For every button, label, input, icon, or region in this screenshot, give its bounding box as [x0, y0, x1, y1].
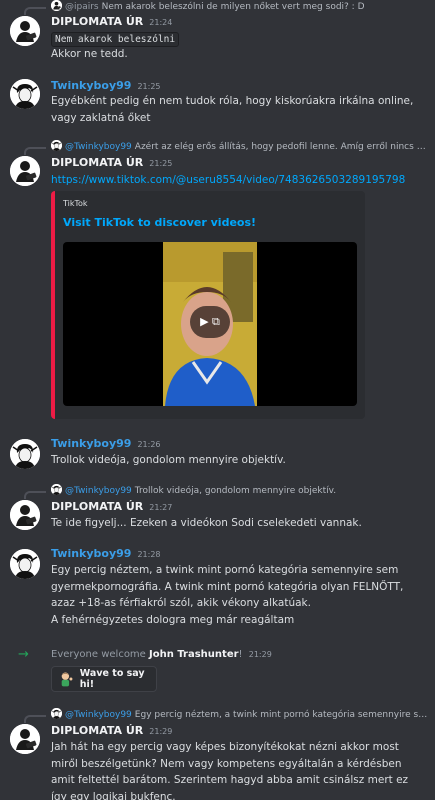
link-embed: TikTok Visit TikTok to discover videos! …: [51, 191, 365, 419]
message-text: https://www.tiktok.com/@useru8554/video/…: [51, 172, 425, 189]
message-7: @Twinkyboy99 Egy percig néztem, a twink m…: [0, 708, 435, 800]
reply-spine: [24, 715, 46, 723]
timestamp: 21:25: [149, 159, 173, 168]
wave-button[interactable]: Wave to say hi!: [51, 666, 157, 692]
reply-avatar: [51, 140, 62, 151]
arrow-right-icon: →: [18, 647, 29, 662]
message-4: Twinkyboy99 21:26 Trollok videója, gondol…: [0, 436, 435, 476]
message-text-2: A fehérnégyzetes dologra meg már reagált…: [51, 614, 295, 626]
message-text: Egy percig néztem, a twink mint pornó ka…: [51, 564, 404, 609]
reply-avatar: [51, 708, 62, 719]
embed-title[interactable]: Visit TikTok to discover videos!: [63, 216, 256, 229]
message-2: Twinkyboy99 21:25 Egyébként pedig én nem …: [0, 76, 435, 136]
join-suffix: !: [238, 649, 243, 660]
reply-text: Azért az elég erős állítás, hogy pedofil…: [134, 142, 431, 152]
video-player[interactable]: ▶ ⧉: [63, 242, 357, 406]
reply-avatar: [51, 0, 62, 11]
timestamp: 21:29: [248, 650, 272, 659]
message-text: Trollok videója, gondolom mennyire objek…: [51, 454, 286, 466]
message-3: @Twinkyboy99 Azért az elég erős állítás, …: [0, 140, 435, 430]
message-header: Twinkyboy99 21:28: [51, 547, 161, 560]
message-text: Akkor ne tedd.: [51, 48, 128, 60]
message-header: DIPLOMATA ÚR 21:29: [51, 724, 172, 737]
avatar[interactable]: [10, 724, 40, 754]
join-text: Everyone welcome John Trashunter! 21:29: [51, 649, 272, 660]
wave-sticker-icon: [61, 672, 73, 687]
message-text: Jah hát ha egy percig vagy képes bizonyí…: [51, 741, 409, 800]
reply-mention[interactable]: @Twinkyboy99: [65, 710, 132, 720]
reply-spine: [24, 491, 46, 499]
message-header: DIPLOMATA ÚR 21:27: [51, 500, 172, 513]
inline-code: Nem akarok beleszólni: [51, 32, 180, 47]
reply-avatar: [51, 484, 62, 495]
joined-username[interactable]: John Trashunter: [149, 649, 239, 660]
timestamp: 21:27: [149, 503, 173, 512]
reply-text: Nem akarok beleszólni de milyen nőket ve…: [101, 2, 365, 12]
avatar[interactable]: [10, 549, 40, 579]
avatar[interactable]: [10, 16, 40, 46]
message-6: Twinkyboy99 21:28 Egy percig néztem, a tw…: [0, 546, 435, 636]
message-text: Egyébként pedig én nem tudok róla, hogy …: [51, 95, 414, 124]
username[interactable]: DIPLOMATA ÚR: [51, 15, 143, 28]
message-header: DIPLOMATA ÚR 21:25: [51, 156, 172, 169]
timestamp: 21:24: [149, 18, 173, 27]
reply-spine: [24, 7, 46, 15]
reply-preview[interactable]: @Twinkyboy99 Trollok videója, gondolom me…: [51, 484, 431, 498]
reply-mention[interactable]: @Twinkyboy99: [65, 142, 132, 152]
reply-spine: [24, 147, 46, 155]
wave-label: Wave to say hi!: [79, 668, 145, 690]
avatar[interactable]: [10, 500, 40, 530]
username[interactable]: Twinkyboy99: [51, 547, 131, 560]
reply-text: Trollok videója, gondolom mennyire objek…: [134, 486, 337, 496]
reply-preview[interactable]: @ipairs Nem akarok beleszólni de milyen n…: [51, 0, 431, 14]
reply-mention[interactable]: @ipairs: [65, 2, 99, 12]
timestamp: 21:26: [137, 440, 161, 449]
join-prefix: Everyone welcome: [51, 649, 146, 660]
username[interactable]: DIPLOMATA ÚR: [51, 500, 143, 513]
timestamp: 21:29: [149, 727, 173, 736]
avatar[interactable]: [10, 156, 40, 186]
message-header: Twinkyboy99 21:26: [51, 437, 161, 450]
reply-text: Egy percig néztem, a twink mint pornó ka…: [134, 710, 431, 720]
embed-provider[interactable]: TikTok: [63, 199, 88, 208]
tiktok-link[interactable]: https://www.tiktok.com/@useru8554/video/…: [51, 174, 405, 186]
reply-preview[interactable]: @Twinkyboy99 Egy percig néztem, a twink m…: [51, 708, 431, 722]
timestamp: 21:28: [137, 550, 161, 559]
avatar[interactable]: [10, 79, 40, 109]
username[interactable]: DIPLOMATA ÚR: [51, 724, 143, 737]
reply-mention[interactable]: @Twinkyboy99: [65, 486, 132, 496]
username[interactable]: Twinkyboy99: [51, 437, 131, 450]
username[interactable]: DIPLOMATA ÚR: [51, 156, 143, 169]
username[interactable]: Twinkyboy99: [51, 79, 131, 92]
join-message: → Everyone welcome John Trashunter! 21:2…: [0, 645, 435, 695]
message-header: DIPLOMATA ÚR 21:24: [51, 15, 172, 28]
reply-preview[interactable]: @Twinkyboy99 Azért az elég erős állítás, …: [51, 140, 431, 154]
message-1: @ipairs Nem akarok beleszólni de milyen n…: [0, 0, 435, 68]
avatar[interactable]: [10, 439, 40, 469]
message-header: Twinkyboy99 21:25: [51, 79, 161, 92]
message-5: @Twinkyboy99 Trollok videója, gondolom me…: [0, 484, 435, 534]
play-icon[interactable]: ▶ ⧉: [190, 306, 230, 338]
message-text: Te ide figyelj... Ezeken a videókon Sodi…: [51, 517, 362, 529]
timestamp: 21:25: [137, 82, 161, 91]
